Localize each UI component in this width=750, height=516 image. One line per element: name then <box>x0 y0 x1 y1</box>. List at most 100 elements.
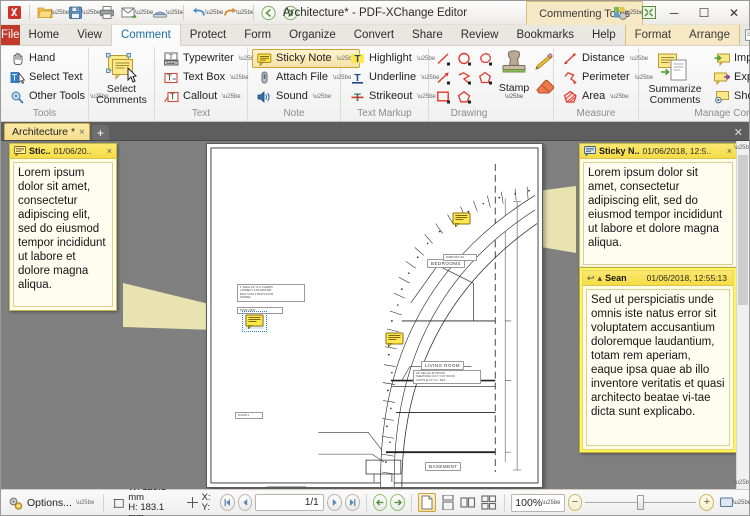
tab-format[interactable]: Format <box>625 25 681 45</box>
document-tab-close-icon[interactable]: × <box>79 127 85 138</box>
next-page-button[interactable] <box>326 494 342 511</box>
minimize-button[interactable]: ─ <box>659 1 689 25</box>
page-number-input[interactable]: 1/1 <box>255 494 324 511</box>
zoom-out-button[interactable]: − <box>567 494 583 511</box>
room-label-basement: BASEMENT <box>425 462 462 471</box>
new-document-tab-button[interactable]: + <box>91 125 109 140</box>
popup-note-left-close-icon[interactable]: × <box>107 146 113 156</box>
document-tab-architecture[interactable]: Architecture * × <box>4 123 90 140</box>
last-page-button[interactable] <box>344 494 360 511</box>
show-comments-button[interactable]: Show \u25be <box>709 87 750 106</box>
scroll-up-arrow-icon[interactable]: \u25b2 <box>734 141 749 154</box>
fit-page-caret-icon[interactable]: \u25be <box>733 493 750 513</box>
view-mode-two-page-button[interactable] <box>459 493 477 512</box>
shape-more-button[interactable] <box>475 87 496 106</box>
cloud-tool-button[interactable] <box>475 49 496 68</box>
tab-help[interactable]: Help <box>583 25 625 45</box>
email-dropdown-caret-icon[interactable]: \u25be <box>135 3 153 23</box>
sticky-note-marker-middle[interactable] <box>385 332 404 348</box>
zoom-dropdown-caret-icon[interactable]: \u25be <box>542 500 560 506</box>
view-mode-single-page-button[interactable] <box>418 493 436 512</box>
sticky-note-label: Sticky Note <box>276 52 332 64</box>
popup-note-left-text[interactable]: Lorem ipsum dolor sit amet, consectetur … <box>13 162 113 307</box>
line-tool-button[interactable] <box>433 49 454 68</box>
text-box-caret-icon[interactable]: \u25be <box>230 75 248 81</box>
redo-dropdown-caret-icon[interactable]: \u25be <box>236 3 254 23</box>
rectangle-tool-button[interactable] <box>433 87 454 106</box>
popup-note-right-top[interactable]: Sticky N.. 01/06/2018, 12:5.. × Lorem ip… <box>579 143 737 269</box>
reply-arrow-icon[interactable]: ↩ <box>587 273 595 284</box>
tab-organize[interactable]: Organize <box>280 25 345 45</box>
tab-share[interactable]: Share <box>403 25 452 45</box>
maximize-button[interactable]: ☐ <box>689 1 719 25</box>
popup-note-right-bottom-text[interactable]: Sed ut perspiciatis unde omnis iste natu… <box>586 289 730 446</box>
close-document-button[interactable]: ✕ <box>734 126 749 140</box>
tab-protect[interactable]: Protect <box>181 25 235 45</box>
area-caret-icon[interactable]: \u25be <box>610 94 628 100</box>
tab-review[interactable]: Review <box>452 25 508 45</box>
import-comments-button[interactable]: Import <box>709 49 750 68</box>
back-icon[interactable] <box>258 3 279 23</box>
zoom-slider-handle[interactable] <box>637 495 645 510</box>
print-icon[interactable] <box>96 3 117 23</box>
theme-dropdown-caret-icon[interactable]: \u25be <box>625 3 643 23</box>
arrow-tool-button[interactable] <box>433 68 454 87</box>
vertical-scrollbar-thumb[interactable] <box>738 155 748 305</box>
popup-note-right-top-text[interactable]: Lorem ipsum dolor sit amet, consectetur … <box>583 162 733 265</box>
sticky-note-marker-right[interactable] <box>452 212 471 228</box>
sound-caret-icon[interactable]: \u25be <box>313 94 331 100</box>
tab-bookmarks[interactable]: Bookmarks <box>507 25 583 45</box>
pentagon-tool-button[interactable] <box>454 87 475 106</box>
text-box-button[interactable]: T Text Box \u25be <box>159 68 262 87</box>
tab-view[interactable]: View <box>68 25 111 45</box>
sticky-note-marker-left[interactable] <box>242 311 267 332</box>
app-logo-icon[interactable] <box>4 3 25 23</box>
previous-page-button[interactable] <box>237 494 253 511</box>
stamp-tool-button[interactable]: Stamp \u25be <box>498 49 530 100</box>
collapse-triangle-icon[interactable]: ▴ <box>598 273 603 284</box>
vertical-scrollbar[interactable]: \u25b2 \u25bc <box>734 141 749 489</box>
popup-note-right-top-header[interactable]: Sticky N.. 01/06/2018, 12:5.. × <box>580 144 736 159</box>
view-mode-continuous-button[interactable] <box>439 493 457 512</box>
popup-note-left-header[interactable]: Stic.. 01/06/20.. × <box>10 144 116 159</box>
popup-note-right-bottom[interactable]: ↩ ▴ Sean 01/06/2018, 12:55:13 Sed ut per… <box>579 267 737 453</box>
typewriter-button[interactable]: T Typewriter \u25be <box>159 49 262 68</box>
scroll-down-arrow-icon[interactable]: \u25bc <box>734 476 749 489</box>
navigate-back-button[interactable] <box>372 494 388 511</box>
polygon-tool-button[interactable] <box>475 68 496 87</box>
fullscreen-icon[interactable] <box>638 3 659 23</box>
options-caret-icon[interactable]: \u25be <box>76 500 94 506</box>
forward-icon[interactable] <box>280 3 301 23</box>
undo-dropdown-caret-icon[interactable]: \u25be <box>205 3 223 23</box>
tab-home[interactable]: Home <box>20 25 69 45</box>
stamp-caret-icon[interactable]: \u25be <box>505 94 523 100</box>
export-comments-button[interactable]: Export <box>709 68 750 87</box>
navigate-forward-button[interactable] <box>390 494 406 511</box>
zoom-in-button[interactable]: + <box>699 494 715 511</box>
zoom-slider[interactable] <box>585 495 697 510</box>
zoom-level-input[interactable]: 100% \u25be <box>511 493 565 512</box>
tab-form[interactable]: Form <box>235 25 280 45</box>
close-button[interactable]: ✕ <box>719 1 749 25</box>
select-comments-button[interactable]: Select Comments <box>93 49 150 107</box>
open-dropdown-caret-icon[interactable]: \u25be <box>51 3 69 23</box>
popup-note-left[interactable]: Stic.. 01/06/20.. × Lorem ipsum dolor si… <box>9 143 117 311</box>
view-mode-two-page-continuous-button[interactable] <box>480 493 498 512</box>
options-button[interactable]: Options... \u25be <box>4 493 97 513</box>
tab-comment[interactable]: Comment <box>110 25 181 46</box>
tab-arrange[interactable]: Arrange <box>680 25 739 45</box>
popup-note-right-bottom-header[interactable]: ↩ ▴ Sean 01/06/2018, 12:55:13 <box>583 271 733 286</box>
popup-note-right-top-close-icon[interactable]: × <box>727 146 733 156</box>
find-button[interactable]: Find... <box>740 26 750 45</box>
scan-dropdown-caret-icon[interactable]: \u25be <box>166 3 184 23</box>
polyline-tool-button[interactable] <box>454 68 475 87</box>
pdf-page[interactable]: BEDROOMS LIVING ROOM BASEMENT 1" EACH 1/… <box>206 143 543 488</box>
tab-convert[interactable]: Convert <box>345 25 403 45</box>
first-page-button[interactable] <box>219 494 235 511</box>
callout-caret-icon[interactable]: \u25be <box>222 94 240 100</box>
save-dropdown-caret-icon[interactable]: \u25be <box>82 3 100 23</box>
summarize-comments-button[interactable]: Summarize Comments <box>643 49 707 107</box>
callout-button[interactable]: T Callout \u25be <box>159 87 262 106</box>
ellipse-tool-button[interactable] <box>454 49 475 68</box>
tab-file[interactable]: File <box>1 25 20 45</box>
